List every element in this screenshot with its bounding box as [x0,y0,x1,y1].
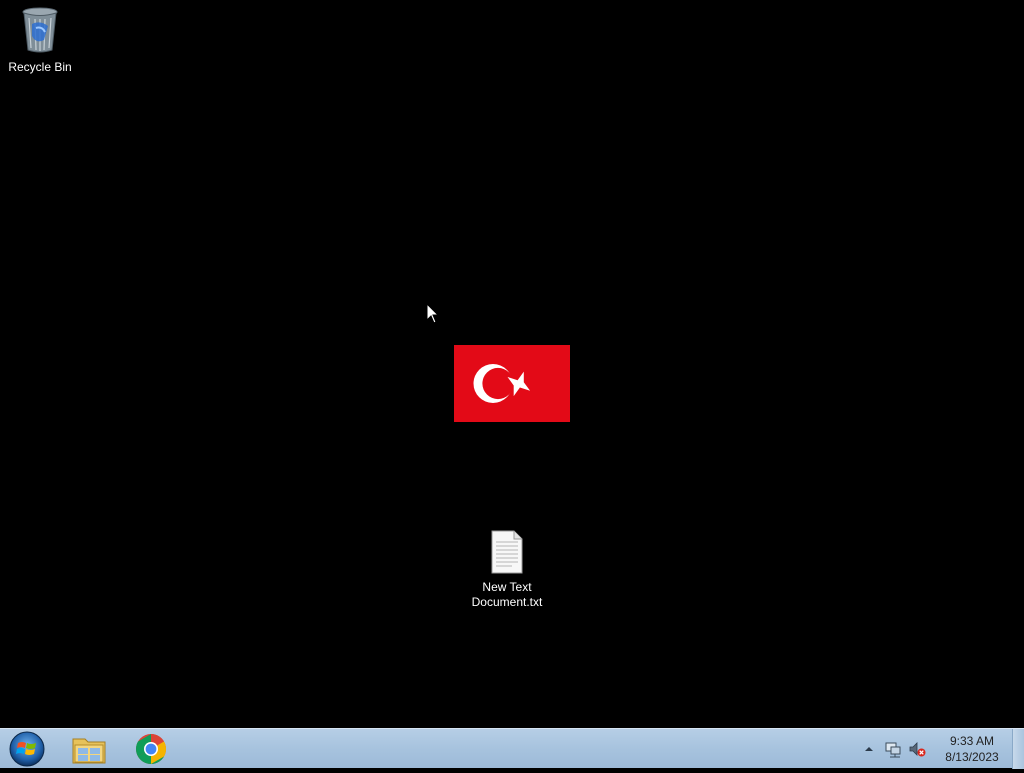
volume-muted-icon[interactable] [908,740,926,758]
desktop-icon-label: Recycle Bin [8,60,72,74]
text-document-icon [491,530,523,574]
recycle-bin-icon [22,7,58,53]
clock-date: 8/13/2023 [945,750,999,764]
taskbar-explorer-button[interactable] [63,731,115,767]
start-button[interactable] [6,730,48,768]
desktop: Recycle Bin New Text Document.txt [0,0,1024,728]
taskbar-chrome-button[interactable] [125,731,177,767]
windows-start-orb-icon [9,731,45,767]
network-icon[interactable] [884,740,902,758]
folder-explorer-icon [72,738,106,764]
mouse-cursor-icon [426,303,440,324]
chevron-up-icon[interactable] [860,740,878,758]
desktop-icon-recycle-bin[interactable]: Recycle Bin [0,6,80,75]
wallpaper-flag-image [454,345,570,422]
desktop-icon-text-document[interactable]: New Text Document.txt [467,530,547,610]
show-desktop-button[interactable] [1012,729,1024,769]
desktop-icon-label: New Text Document.txt [471,580,543,609]
clock-time: 9:33 AM [949,734,995,748]
chrome-icon [135,734,167,765]
taskbar-clock[interactable]: 9:33 AM 8/13/2023 [936,733,1008,765]
taskbar: 9:33 AM 8/13/2023 [0,728,1024,769]
system-tray: 9:33 AM 8/13/2023 [840,729,1010,769]
